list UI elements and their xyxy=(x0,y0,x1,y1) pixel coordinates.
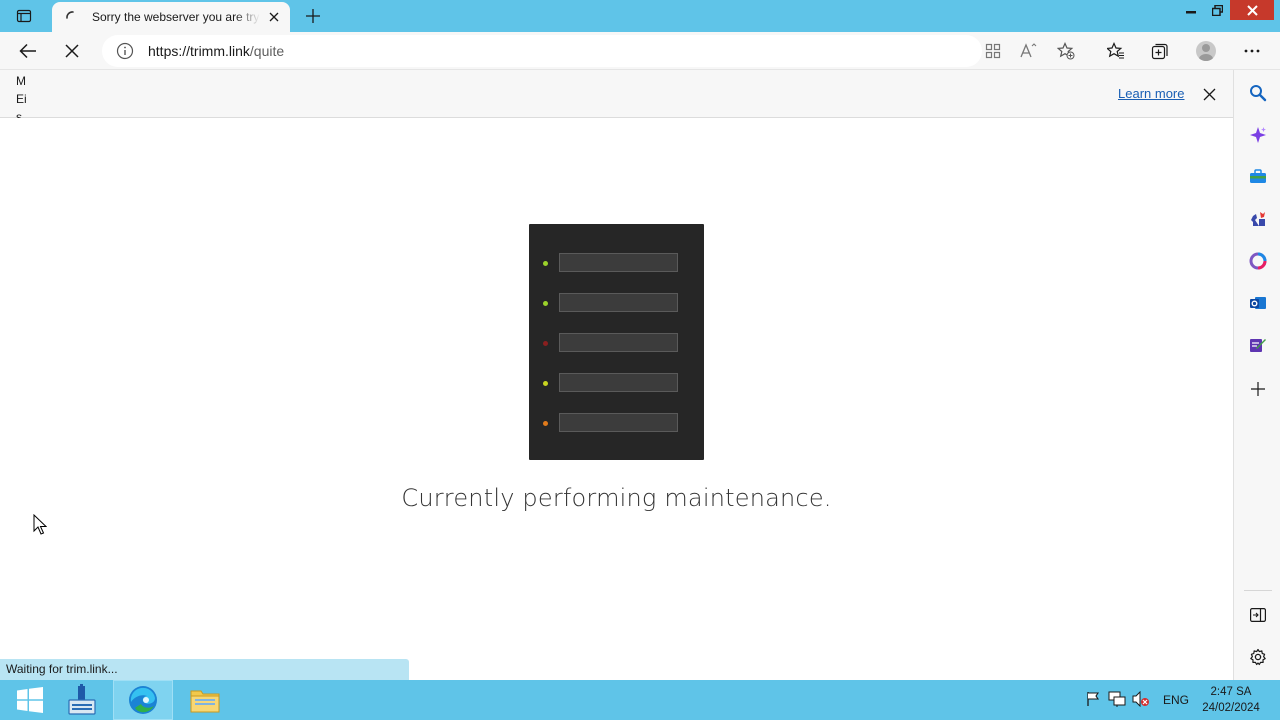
browser-toolbar: https://trimm.link/quite xyxy=(0,32,1280,70)
add-icon[interactable] xyxy=(1246,377,1270,401)
settings-icon[interactable] xyxy=(1246,645,1270,669)
server-manager-icon[interactable] xyxy=(52,680,112,720)
status-led xyxy=(543,261,548,266)
clock-time: 2:47 SA xyxy=(1210,686,1252,698)
tab-title: Sorry the webserver you are trying xyxy=(92,10,260,24)
status-led xyxy=(543,421,548,426)
notification-bar: MEis Learn more xyxy=(0,70,1233,118)
maintenance-heading: Currently performing maintenance. xyxy=(401,484,832,512)
hide-sidebar-icon[interactable] xyxy=(1246,603,1270,627)
title-bar: Sorry the webserver you are trying xyxy=(0,0,1280,32)
drop-icon[interactable] xyxy=(1246,333,1270,357)
add-favorite-icon[interactable] xyxy=(1052,37,1080,65)
url-text: https://trimm.link/quite xyxy=(148,43,284,59)
tab-close-icon[interactable] xyxy=(266,9,282,25)
more-options-icon[interactable] xyxy=(1238,37,1266,65)
server-rack-unit xyxy=(529,333,704,353)
volume-muted-icon[interactable] xyxy=(1132,690,1150,708)
drive-slot xyxy=(559,413,678,432)
favorites-icon[interactable] xyxy=(1102,37,1130,65)
sidebar-divider xyxy=(1244,590,1272,591)
minimize-button[interactable] xyxy=(1177,0,1205,20)
address-bar[interactable]: https://trimm.link/quite xyxy=(102,35,982,67)
server-rack-unit xyxy=(529,253,704,273)
status-bar: Waiting for trim.link... xyxy=(0,659,409,680)
microsoft365-icon[interactable] xyxy=(1246,249,1270,273)
server-illustration xyxy=(529,224,704,460)
server-rack-unit xyxy=(529,293,704,313)
network-icon[interactable] xyxy=(1108,690,1126,708)
mouse-cursor-icon xyxy=(33,514,47,535)
shopping-icon[interactable] xyxy=(1246,165,1270,189)
action-center-flag-icon[interactable] xyxy=(1084,690,1102,708)
taskbar: ENG 2:47 SA 24/02/2024 xyxy=(0,680,1280,720)
start-button[interactable] xyxy=(0,680,60,720)
learn-more-link[interactable]: Learn more xyxy=(1118,86,1184,101)
drive-slot xyxy=(559,253,678,272)
new-tab-button[interactable] xyxy=(302,6,324,26)
stop-loading-icon[interactable] xyxy=(58,37,86,65)
file-explorer-icon[interactable] xyxy=(175,680,235,720)
read-aloud-icon[interactable] xyxy=(1015,37,1043,65)
notification-message: MEis xyxy=(16,74,27,118)
apps-icon[interactable] xyxy=(979,37,1007,65)
drive-slot xyxy=(559,333,678,352)
back-icon[interactable] xyxy=(14,37,42,65)
games-icon[interactable] xyxy=(1246,207,1270,231)
copilot-icon[interactable] xyxy=(1246,123,1270,147)
edge-sidebar xyxy=(1233,70,1280,680)
status-led xyxy=(543,381,548,386)
language-indicator[interactable]: ENG xyxy=(1163,693,1189,707)
loading-spinner-icon xyxy=(64,9,80,25)
close-icon[interactable] xyxy=(1200,85,1218,103)
system-clock[interactable]: 2:47 SA 24/02/2024 xyxy=(1196,684,1266,716)
site-info-icon[interactable] xyxy=(116,42,134,60)
outlook-icon[interactable] xyxy=(1246,291,1270,315)
search-icon[interactable] xyxy=(1246,81,1270,105)
page-content: Currently performing maintenance. xyxy=(0,118,1233,680)
status-led xyxy=(543,301,548,306)
status-led xyxy=(543,341,548,346)
url-path: /quite xyxy=(249,43,285,59)
collections-icon[interactable] xyxy=(1146,37,1174,65)
tab-actions-icon[interactable] xyxy=(8,4,40,28)
restore-button[interactable] xyxy=(1203,0,1231,20)
browser-tab[interactable]: Sorry the webserver you are trying xyxy=(52,2,290,32)
url-host: https://trimm.link xyxy=(148,43,250,59)
server-rack-unit xyxy=(529,413,704,433)
drive-slot xyxy=(559,293,678,312)
edge-taskbar-icon[interactable] xyxy=(113,680,173,720)
drive-slot xyxy=(559,373,678,392)
profile-avatar[interactable] xyxy=(1196,41,1216,61)
close-window-button[interactable] xyxy=(1230,0,1274,20)
server-rack-unit xyxy=(529,373,704,393)
clock-date: 24/02/2024 xyxy=(1202,702,1260,714)
